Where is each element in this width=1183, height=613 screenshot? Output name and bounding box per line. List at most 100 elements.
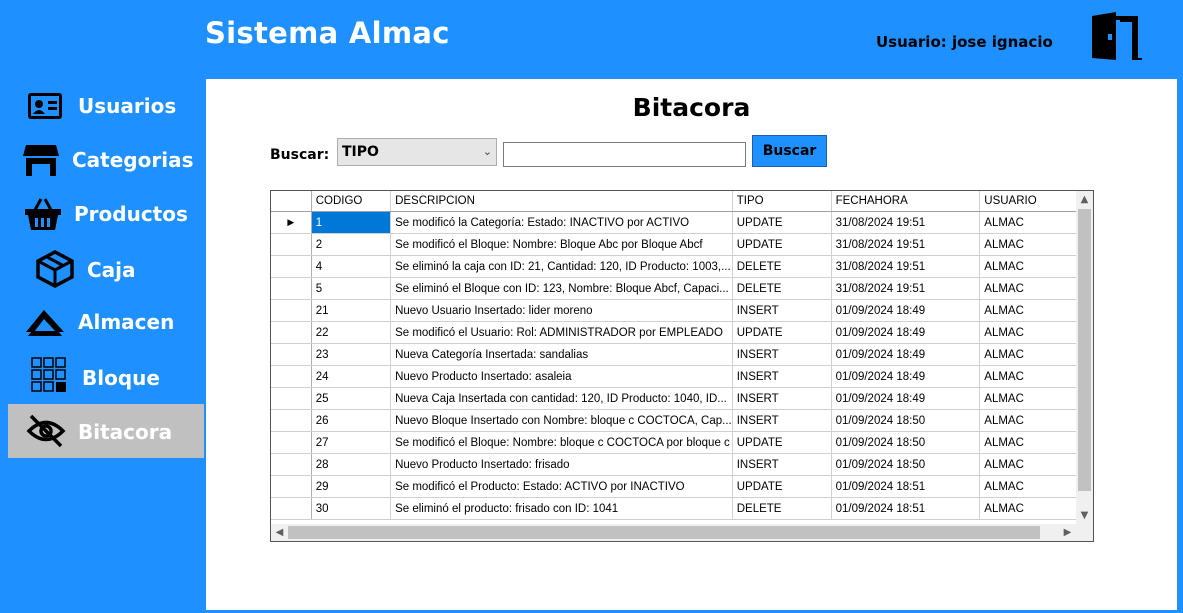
- vertical-scroll-thumb[interactable]: [1078, 209, 1091, 491]
- cell-descripcion[interactable]: Se eliminó el producto: frisado con ID: …: [390, 497, 733, 520]
- sidebar-item-usuarios[interactable]: Usuarios: [8, 80, 204, 134]
- table-row[interactable]: 30 Se eliminó el producto: frisado con ID…: [271, 497, 1093, 520]
- row-header[interactable]: [271, 299, 312, 322]
- cell-codigo[interactable]: 24: [311, 365, 392, 388]
- cell-tipo[interactable]: INSERT: [732, 387, 832, 410]
- vertical-scrollbar[interactable]: ▲ ▼: [1076, 191, 1093, 524]
- cell-codigo[interactable]: 23: [311, 343, 392, 366]
- cell-fechahora[interactable]: 01/09/2024 18:50: [831, 431, 981, 454]
- row-header[interactable]: [271, 453, 312, 476]
- log-table[interactable]: CODIGO DESCRIPCION TIPO FECHAHORA USUARI…: [270, 190, 1094, 542]
- search-input[interactable]: [503, 142, 746, 167]
- cell-codigo[interactable]: 30: [311, 497, 392, 520]
- cell-fechahora[interactable]: 01/09/2024 18:51: [831, 497, 981, 520]
- column-header-tipo[interactable]: TIPO: [732, 191, 832, 212]
- cell-tipo[interactable]: INSERT: [732, 365, 832, 388]
- cell-codigo[interactable]: 25: [311, 387, 392, 410]
- sidebar-item-bitacora[interactable]: Bitacora: [8, 404, 204, 458]
- cell-tipo[interactable]: INSERT: [732, 343, 832, 366]
- column-header-codigo[interactable]: CODIGO: [311, 191, 392, 212]
- table-row[interactable]: 25 Nueva Caja Insertada con cantidad: 120…: [271, 387, 1093, 410]
- row-header[interactable]: [271, 365, 312, 388]
- cell-descripcion[interactable]: Se modificó la Categoría: Estado: INACTI…: [390, 211, 733, 234]
- table-row[interactable]: 27 Se modificó el Bloque: Nombre: bloque …: [271, 431, 1093, 454]
- cell-tipo[interactable]: UPDATE: [732, 321, 832, 344]
- row-header[interactable]: [271, 387, 312, 410]
- cell-descripcion[interactable]: Nueva Caja Insertada con cantidad: 120, …: [390, 387, 733, 410]
- sidebar-item-bloque[interactable]: Bloque: [8, 350, 204, 404]
- table-row[interactable]: 5 Se eliminó el Bloque con ID: 123, Nombr…: [271, 277, 1093, 300]
- sidebar-item-caja[interactable]: Caja: [8, 242, 204, 296]
- cell-descripcion[interactable]: Se eliminó la caja con ID: 21, Cantidad:…: [390, 255, 733, 278]
- cell-codigo[interactable]: 5: [311, 277, 392, 300]
- cell-codigo[interactable]: 27: [311, 431, 392, 454]
- horizontal-scrollbar[interactable]: ◀ ▶: [271, 524, 1076, 541]
- cell-codigo[interactable]: 4: [311, 255, 392, 278]
- row-header[interactable]: [271, 277, 312, 300]
- cell-codigo[interactable]: 1: [311, 211, 392, 234]
- cell-fechahora[interactable]: 01/09/2024 18:50: [831, 453, 981, 476]
- cell-descripcion[interactable]: Nuevo Producto Insertado: frisado: [390, 453, 733, 476]
- cell-descripcion[interactable]: Se modificó el Bloque: Nombre: bloque c …: [390, 431, 733, 454]
- cell-tipo[interactable]: INSERT: [732, 453, 832, 476]
- row-header[interactable]: [271, 475, 312, 498]
- cell-fechahora[interactable]: 01/09/2024 18:49: [831, 387, 981, 410]
- table-row[interactable]: 28 Nuevo Producto Insertado: frisado INSER…: [271, 453, 1093, 476]
- scroll-right-icon[interactable]: ▶: [1059, 524, 1076, 541]
- sidebar-item-productos[interactable]: Productos: [8, 188, 204, 242]
- row-header[interactable]: [271, 321, 312, 344]
- cell-codigo[interactable]: 29: [311, 475, 392, 498]
- cell-descripcion[interactable]: Nuevo Bloque Insertado con Nombre: bloqu…: [390, 409, 733, 432]
- cell-codigo[interactable]: 21: [311, 299, 392, 322]
- column-header-fechahora[interactable]: FECHAHORA: [831, 191, 981, 212]
- cell-descripcion[interactable]: Se modificó el Producto: Estado: ACTIVO …: [390, 475, 733, 498]
- search-type-select[interactable]: TIPO ⌄: [337, 138, 497, 166]
- cell-fechahora[interactable]: 01/09/2024 18:50: [831, 409, 981, 432]
- cell-tipo[interactable]: UPDATE: [732, 475, 832, 498]
- cell-fechahora[interactable]: 01/09/2024 18:49: [831, 299, 981, 322]
- cell-fechahora[interactable]: 31/08/2024 19:51: [831, 255, 981, 278]
- table-row[interactable]: 2 Se modificó el Bloque: Nombre: Bloque A…: [271, 233, 1093, 256]
- cell-tipo[interactable]: DELETE: [732, 497, 832, 520]
- row-header[interactable]: [271, 497, 312, 520]
- column-header-descripcion[interactable]: DESCRIPCION: [390, 191, 733, 212]
- scroll-down-icon[interactable]: ▼: [1076, 507, 1093, 524]
- table-row[interactable]: 4 Se eliminó la caja con ID: 21, Cantidad…: [271, 255, 1093, 278]
- sidebar-item-categorias[interactable]: Categorias: [8, 134, 204, 188]
- row-header[interactable]: [271, 255, 312, 278]
- table-row[interactable]: 21 Nuevo Usuario Insertado: lider moreno I…: [271, 299, 1093, 322]
- cell-descripcion[interactable]: Nuevo Producto Insertado: asaleia: [390, 365, 733, 388]
- cell-tipo[interactable]: INSERT: [732, 299, 832, 322]
- cell-descripcion[interactable]: Se modificó el Bloque: Nombre: Bloque Ab…: [390, 233, 733, 256]
- cell-tipo[interactable]: DELETE: [732, 277, 832, 300]
- cell-tipo[interactable]: UPDATE: [732, 431, 832, 454]
- row-header[interactable]: [271, 233, 312, 256]
- row-header[interactable]: [271, 409, 312, 432]
- table-row[interactable]: 22 Se modificó el Usuario: Rol: ADMINISTR…: [271, 321, 1093, 344]
- exit-button[interactable]: [1088, 12, 1144, 60]
- current-row-indicator-icon[interactable]: ▶: [271, 211, 312, 234]
- cell-descripcion[interactable]: Nueva Categoría Insertada: sandalias: [390, 343, 733, 366]
- table-row[interactable]: 24 Nuevo Producto Insertado: asaleia INSER…: [271, 365, 1093, 388]
- scroll-up-icon[interactable]: ▲: [1076, 191, 1093, 208]
- table-row[interactable]: 23 Nueva Categoría Insertada: sandalias IN…: [271, 343, 1093, 366]
- cell-descripcion[interactable]: Nuevo Usuario Insertado: lider moreno: [390, 299, 733, 322]
- cell-codigo[interactable]: 28: [311, 453, 392, 476]
- cell-codigo[interactable]: 26: [311, 409, 392, 432]
- cell-tipo[interactable]: UPDATE: [732, 211, 832, 234]
- cell-fechahora[interactable]: 01/09/2024 18:49: [831, 321, 981, 344]
- cell-codigo[interactable]: 2: [311, 233, 392, 256]
- cell-fechahora[interactable]: 31/08/2024 19:51: [831, 277, 981, 300]
- cell-fechahora[interactable]: 01/09/2024 18:49: [831, 365, 981, 388]
- table-row[interactable]: ▶ 1 Se modificó la Categoría: Estado: INAC…: [271, 211, 1093, 234]
- cell-fechahora[interactable]: 01/09/2024 18:51: [831, 475, 981, 498]
- horizontal-scroll-thumb[interactable]: [288, 526, 1040, 539]
- cell-tipo[interactable]: UPDATE: [732, 233, 832, 256]
- row-header[interactable]: [271, 343, 312, 366]
- table-row[interactable]: 26 Nuevo Bloque Insertado con Nombre: blo…: [271, 409, 1093, 432]
- scroll-left-icon[interactable]: ◀: [271, 524, 288, 541]
- cell-fechahora[interactable]: 01/09/2024 18:49: [831, 343, 981, 366]
- cell-tipo[interactable]: INSERT: [732, 409, 832, 432]
- cell-descripcion[interactable]: Se modificó el Usuario: Rol: ADMINISTRAD…: [390, 321, 733, 344]
- cell-codigo[interactable]: 22: [311, 321, 392, 344]
